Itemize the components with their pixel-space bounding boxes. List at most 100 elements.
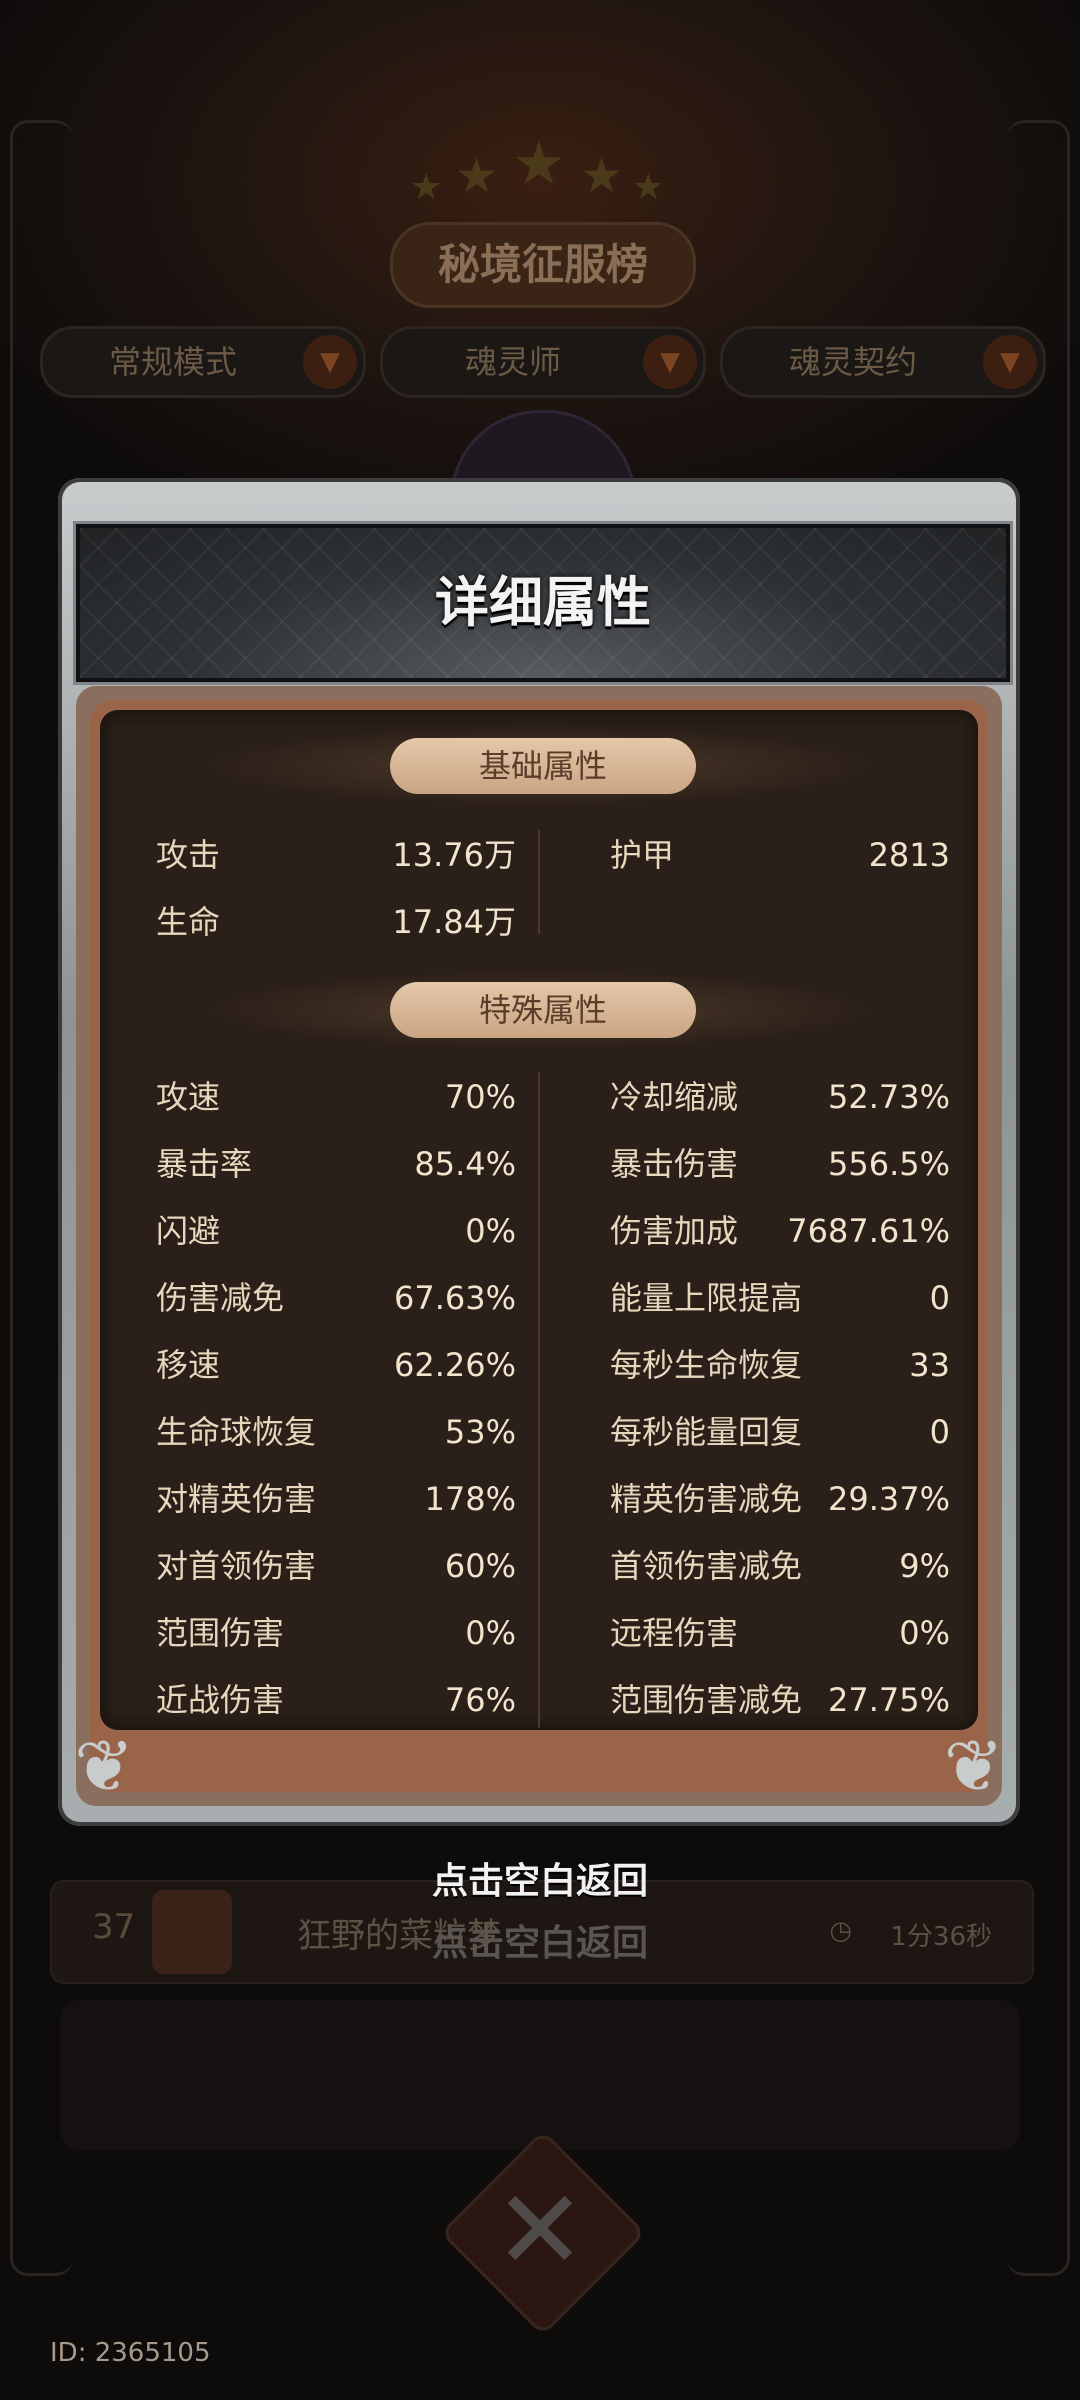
attribute-value: 27.75% bbox=[827, 1681, 950, 1719]
leaderboard-title: 秘境征服榜 bbox=[390, 222, 696, 308]
chevron-down-icon: ▼ bbox=[303, 335, 357, 389]
class-dropdown[interactable]: 魂灵师 ▼ bbox=[380, 326, 706, 398]
attribute-name: 近战伤害 bbox=[156, 1681, 285, 1719]
attribute-name: 精英伤害减免 bbox=[610, 1480, 803, 1518]
attribute-name: 暴击率 bbox=[156, 1145, 253, 1183]
star-rating-icons: ★ ★ ★ ★ ★ bbox=[400, 130, 680, 210]
column-divider bbox=[538, 830, 540, 934]
attribute-name: 闪避 bbox=[156, 1212, 221, 1250]
attribute-row: 对首领伤害 60% bbox=[156, 1541, 516, 1591]
attribute-row: 攻速 70% bbox=[156, 1072, 516, 1122]
attribute-name: 远程伤害 bbox=[610, 1614, 739, 1652]
attribute-name: 每秒生命恢复 bbox=[610, 1346, 803, 1384]
attribute-value: 2813 bbox=[868, 836, 950, 874]
attribute-value: 7687.61% bbox=[787, 1212, 950, 1250]
attribute-name: 攻击 bbox=[156, 836, 221, 874]
contract-dropdown[interactable]: 魂灵契约 ▼ bbox=[720, 326, 1046, 398]
star-icon: ★ bbox=[410, 167, 443, 208]
attribute-row: 伤害加成 7687.61% bbox=[610, 1206, 950, 1256]
attribute-value: 0% bbox=[465, 1614, 516, 1652]
attribute-name: 范围伤害减免 bbox=[610, 1681, 803, 1719]
attribute-name: 范围伤害 bbox=[156, 1614, 285, 1652]
attribute-value: 0 bbox=[929, 1413, 950, 1451]
attribute-value: 0% bbox=[465, 1212, 516, 1250]
attribute-row: 伤害减免 67.63% bbox=[156, 1273, 516, 1323]
attribute-value: 17.84万 bbox=[392, 903, 516, 941]
class-dropdown-label: 魂灵师 bbox=[464, 343, 561, 381]
attribute-name: 伤害减免 bbox=[156, 1279, 285, 1317]
attribute-row: 生命 17.84万 bbox=[156, 897, 516, 947]
tap-blank-to-return[interactable]: 点击空白返回 bbox=[0, 1852, 1080, 1904]
star-icon: ★ bbox=[512, 129, 566, 199]
attribute-row: 冷却缩减 52.73% bbox=[610, 1072, 950, 1122]
section-special-attributes: 特殊属性 bbox=[390, 982, 696, 1038]
attributes-panel: 基础属性 攻击 13.76万生命 17.84万 护甲 2813 特殊属性 攻速 70% 暴… bbox=[100, 710, 978, 1730]
column-divider bbox=[538, 1072, 540, 1728]
attribute-name: 生命球恢复 bbox=[156, 1413, 317, 1451]
attribute-row: 范围伤害减免 27.75% bbox=[610, 1675, 950, 1725]
attribute-name: 生命 bbox=[156, 903, 221, 941]
attribute-value: 33 bbox=[909, 1346, 950, 1384]
attribute-value: 62.26% bbox=[393, 1346, 516, 1384]
attribute-row: 暴击伤害 556.5% bbox=[610, 1139, 950, 1189]
section-basic-attributes: 基础属性 bbox=[390, 738, 696, 794]
attribute-value: 13.76万 bbox=[392, 836, 516, 874]
attribute-row: 近战伤害 76% bbox=[156, 1675, 516, 1725]
attribute-name: 能量上限提高 bbox=[610, 1279, 803, 1317]
modal-title: 详细属性 bbox=[435, 571, 651, 634]
attribute-name: 移速 bbox=[156, 1346, 221, 1384]
attribute-name: 对首领伤害 bbox=[156, 1547, 317, 1585]
attribute-row: 范围伤害 0% bbox=[156, 1608, 516, 1658]
attribute-row: 对精英伤害 178% bbox=[156, 1474, 516, 1524]
attribute-value: 556.5% bbox=[827, 1145, 950, 1183]
attribute-value: 9% bbox=[899, 1547, 950, 1585]
corner-ornament-icon: ❦ bbox=[74, 1724, 135, 1808]
attribute-name: 对精英伤害 bbox=[156, 1480, 317, 1518]
attribute-value: 67.63% bbox=[393, 1279, 516, 1317]
corner-ornament-icon: ❦ bbox=[943, 1724, 1004, 1808]
contract-dropdown-label: 魂灵契约 bbox=[788, 343, 917, 381]
attribute-name: 护甲 bbox=[610, 836, 675, 874]
background-panel bbox=[60, 2000, 1020, 2150]
attribute-value: 52.73% bbox=[827, 1078, 950, 1116]
attribute-row: 移速 62.26% bbox=[156, 1340, 516, 1390]
modal-body: 基础属性 攻击 13.76万生命 17.84万 护甲 2813 特殊属性 攻速 70% 暴… bbox=[74, 686, 1004, 1806]
mode-dropdown-label: 常规模式 bbox=[108, 343, 237, 381]
attribute-row: 远程伤害 0% bbox=[610, 1608, 950, 1658]
attribute-value: 76% bbox=[444, 1681, 516, 1719]
attribute-row: 精英伤害减免 29.37% bbox=[610, 1474, 950, 1524]
attribute-row: 每秒能量回复 0 bbox=[610, 1407, 950, 1457]
attribute-name: 伤害加成 bbox=[610, 1212, 739, 1250]
star-icon: ★ bbox=[632, 167, 665, 208]
attribute-row: 攻击 13.76万 bbox=[156, 830, 516, 880]
detail-attributes-modal: 详细属性 基础属性 攻击 13.76万生命 17.84万 护甲 2813 特殊属性 攻… bbox=[58, 478, 1020, 1826]
close-icon[interactable]: ✕ bbox=[470, 2160, 610, 2300]
body-frame: 基础属性 攻击 13.76万生命 17.84万 护甲 2813 特殊属性 攻速 70% 暴… bbox=[74, 700, 1004, 1806]
attribute-row: 生命球恢复 53% bbox=[156, 1407, 516, 1457]
attribute-row: 能量上限提高 0 bbox=[610, 1273, 950, 1323]
attribute-value: 60% bbox=[444, 1547, 516, 1585]
mode-dropdown[interactable]: 常规模式 ▼ bbox=[40, 326, 366, 398]
attribute-name: 冷却缩减 bbox=[610, 1078, 739, 1116]
user-id: ID: 2365105 bbox=[50, 2338, 211, 2368]
attribute-value: 0% bbox=[899, 1614, 950, 1652]
attribute-name: 首领伤害减免 bbox=[610, 1547, 803, 1585]
attribute-name: 每秒能量回复 bbox=[610, 1413, 803, 1451]
chevron-down-icon: ▼ bbox=[643, 335, 697, 389]
attribute-value: 85.4% bbox=[414, 1145, 516, 1183]
attribute-value: 70% bbox=[444, 1078, 516, 1116]
attribute-row: 每秒生命恢复 33 bbox=[610, 1340, 950, 1390]
attribute-name: 暴击伤害 bbox=[610, 1145, 739, 1183]
return-hint-shadow: 点击空白返回 bbox=[431, 1923, 648, 1964]
attribute-row: 护甲 2813 bbox=[610, 830, 950, 880]
attribute-name: 攻速 bbox=[156, 1078, 221, 1116]
attribute-row: 闪避 0% bbox=[156, 1206, 516, 1256]
attribute-value: 29.37% bbox=[827, 1480, 950, 1518]
modal-header: 详细属性 bbox=[76, 524, 1010, 682]
attribute-row: 暴击率 85.4% bbox=[156, 1139, 516, 1189]
attribute-row: 首领伤害减免 9% bbox=[610, 1541, 950, 1591]
star-icon: ★ bbox=[455, 148, 499, 204]
chevron-down-icon: ▼ bbox=[983, 335, 1037, 389]
attribute-value: 53% bbox=[444, 1413, 516, 1451]
attribute-value: 178% bbox=[424, 1480, 516, 1518]
